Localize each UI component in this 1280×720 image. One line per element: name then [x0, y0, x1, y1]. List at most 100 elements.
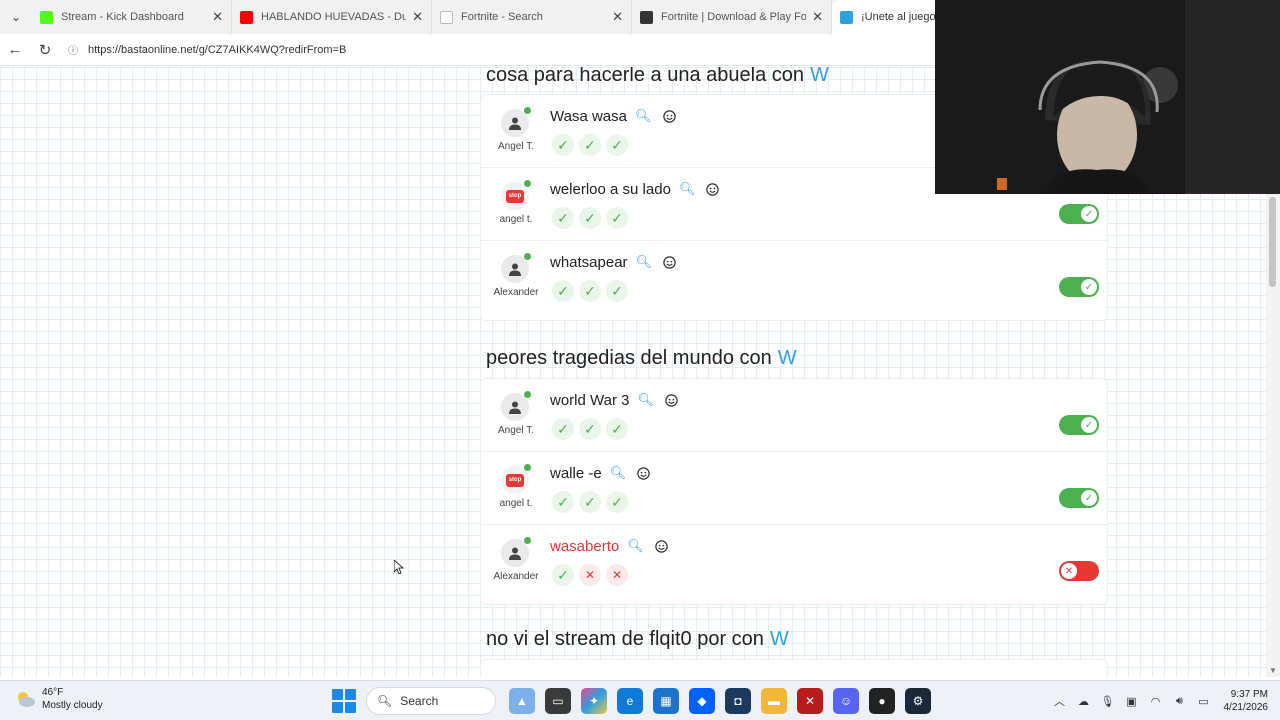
player-name: angel t. [499, 214, 533, 225]
answer-row: stop angel t. walle -e 🔍︎ ✓ ✓ ✓ ✓ [481, 452, 1107, 525]
browser-tab[interactable]: HABLANDO HUEVADAS - Duodéc ✕ [232, 0, 432, 34]
clock-date: 4/21/2026 [1223, 702, 1269, 713]
copilot-icon[interactable]: ✦ [581, 688, 607, 714]
tab-favicon-icon [640, 10, 653, 24]
site-info-icon[interactable]: ⓘ [66, 43, 80, 57]
scroll-down-arrow-icon[interactable]: ▼ [1269, 666, 1277, 675]
windows-start-icon[interactable] [332, 689, 356, 713]
answer-line: wasaberto 🔍︎ [550, 535, 669, 557]
reaction-emoji-icon[interactable] [662, 109, 677, 124]
validity-toggle[interactable]: ✓ [1059, 277, 1099, 297]
chevron-up-icon[interactable]: ︿ [1049, 693, 1071, 709]
category-title-text: no vi el stream de flqit0 por con [486, 628, 764, 650]
avatar [501, 537, 531, 567]
volume-icon[interactable]: 🔊︎ [1169, 695, 1191, 708]
tab-close-icon[interactable]: ✕ [812, 9, 823, 25]
player-name: Angel T. [498, 141, 534, 152]
avatar [501, 107, 531, 137]
answer-row: Angel T. world War 3 🔍︎ ✓ ✓ ✓ ✓ [481, 379, 1107, 452]
answer-row: Alexander wasaberto 🔍︎ ✓ ✕ ✕ ✕ [481, 525, 1107, 598]
user-silhouette-icon [509, 263, 521, 276]
online-status-dot [524, 107, 531, 114]
tab-close-icon[interactable]: ✕ [612, 9, 623, 25]
vote-approve-check-icon: ✓ [606, 134, 628, 156]
search-answer-icon[interactable]: 🔍︎ [635, 108, 652, 124]
reaction-emoji-icon[interactable] [636, 466, 651, 481]
category-letter: W [777, 347, 797, 369]
taskbar-search[interactable]: 🔍︎ Search [366, 687, 496, 715]
vote-approve-check-icon: ✓ [606, 491, 628, 513]
vote-approve-check-icon: ✓ [552, 564, 574, 586]
tab-title: Stream - Kick Dashboard [61, 11, 184, 23]
microphone-icon[interactable]: 🎙︎ [1097, 695, 1119, 708]
answer-line: world War 3 🔍︎ [550, 389, 679, 411]
validity-toggle[interactable]: ✓ [1059, 204, 1099, 224]
answers-card [480, 659, 1108, 677]
cloud-icon[interactable]: ☁ [1073, 695, 1095, 708]
vote-approve-check-icon: ✓ [579, 134, 601, 156]
validity-toggle[interactable]: ✓ [1059, 415, 1099, 435]
tab-favicon-icon [440, 10, 453, 24]
vote-list: ✓ ✓ ✓ [552, 418, 633, 440]
vote-list: ✓ ✓ ✓ [552, 207, 633, 229]
browser-tab[interactable]: Stream - Kick Dashboard ✕ [32, 0, 232, 34]
tab-favicon-icon [40, 10, 53, 24]
reaction-emoji-icon[interactable] [705, 182, 720, 197]
category-letter: W [769, 628, 789, 650]
answer-text: walle -e [550, 464, 602, 482]
taskbar-search-label: Search [400, 694, 439, 708]
search-answer-icon[interactable]: 🔍︎ [636, 254, 653, 270]
validity-toggle[interactable]: ✓ [1059, 488, 1099, 508]
battery-icon[interactable]: ▭ [1193, 695, 1215, 708]
search-answer-icon[interactable]: 🔍︎ [627, 538, 644, 554]
landscape-widget-icon[interactable]: ▲ [509, 688, 535, 714]
steam-icon[interactable]: ⚙ [905, 688, 931, 714]
display-icon[interactable]: ▣ [1121, 695, 1143, 708]
answer-text: world War 3 [550, 391, 630, 409]
task-view-icon[interactable]: ▭ [545, 688, 571, 714]
store-icon[interactable]: ▦ [653, 688, 679, 714]
wifi-icon[interactable]: ◠ [1145, 695, 1167, 708]
file-explorer-icon[interactable]: ▬ [761, 688, 787, 714]
back-arrow-icon[interactable]: ← [0, 35, 30, 65]
tab-list-dropdown-icon[interactable]: ⌄ [0, 0, 32, 34]
answer-line: welerloo a su lado 🔍︎ [550, 178, 720, 200]
cloudy-weather-icon [18, 692, 35, 707]
browser-tab[interactable]: Fortnite - Search ✕ [432, 0, 632, 34]
edge-browser-icon[interactable]: e [617, 688, 643, 714]
validity-toggle[interactable]: ✕ [1059, 561, 1099, 581]
answer-text: whatsapear [550, 253, 628, 271]
discord-icon[interactable]: ☺ [833, 688, 859, 714]
reaction-emoji-icon[interactable] [662, 255, 677, 270]
reaction-emoji-icon[interactable] [654, 539, 669, 554]
search-answer-icon[interactable]: 🔍︎ [637, 392, 654, 408]
scrollbar-thumb[interactable] [1269, 197, 1276, 287]
weather-temperature: 46°F [42, 687, 64, 698]
tab-close-icon[interactable]: ✕ [212, 9, 223, 25]
clock[interactable]: 9:37 PM 4/21/2026 [1224, 688, 1269, 714]
tab-close-icon[interactable]: ✕ [412, 9, 423, 25]
vote-list: ✓ ✕ ✕ [552, 564, 633, 586]
online-status-dot [524, 391, 531, 398]
reaction-emoji-icon[interactable] [664, 393, 679, 408]
mouse-cursor-icon [394, 560, 404, 574]
weather-widget[interactable]: 46°F Mostly cloudy [14, 686, 103, 712]
toggle-x-icon: ✕ [1061, 563, 1077, 579]
search-answer-icon[interactable]: 🔍︎ [610, 465, 627, 481]
game-app-icon[interactable]: ✕ [797, 688, 823, 714]
stop-sign-icon: stop [506, 189, 524, 203]
user-silhouette-icon [509, 547, 521, 560]
dropbox-icon[interactable]: ◆ [689, 688, 715, 714]
search-answer-icon[interactable]: 🔍︎ [679, 181, 696, 197]
browser-tab[interactable]: Fortnite | Download & Play For Fre ✕ [632, 0, 832, 34]
obs-icon[interactable]: ● [869, 688, 895, 714]
blender-app-icon[interactable]: ◘ [725, 688, 751, 714]
avatar: stop [501, 180, 531, 210]
vote-approve-check-icon: ✓ [552, 418, 574, 440]
answer-text: wasaberto [550, 537, 620, 555]
vote-approve-check-icon: ✓ [606, 280, 628, 302]
category-title-text: cosa para hacerle a una abuela con [486, 67, 805, 86]
toggle-check-icon: ✓ [1081, 206, 1097, 222]
vote-approve-check-icon: ✓ [579, 418, 601, 440]
reload-icon[interactable]: ↻ [30, 35, 60, 65]
